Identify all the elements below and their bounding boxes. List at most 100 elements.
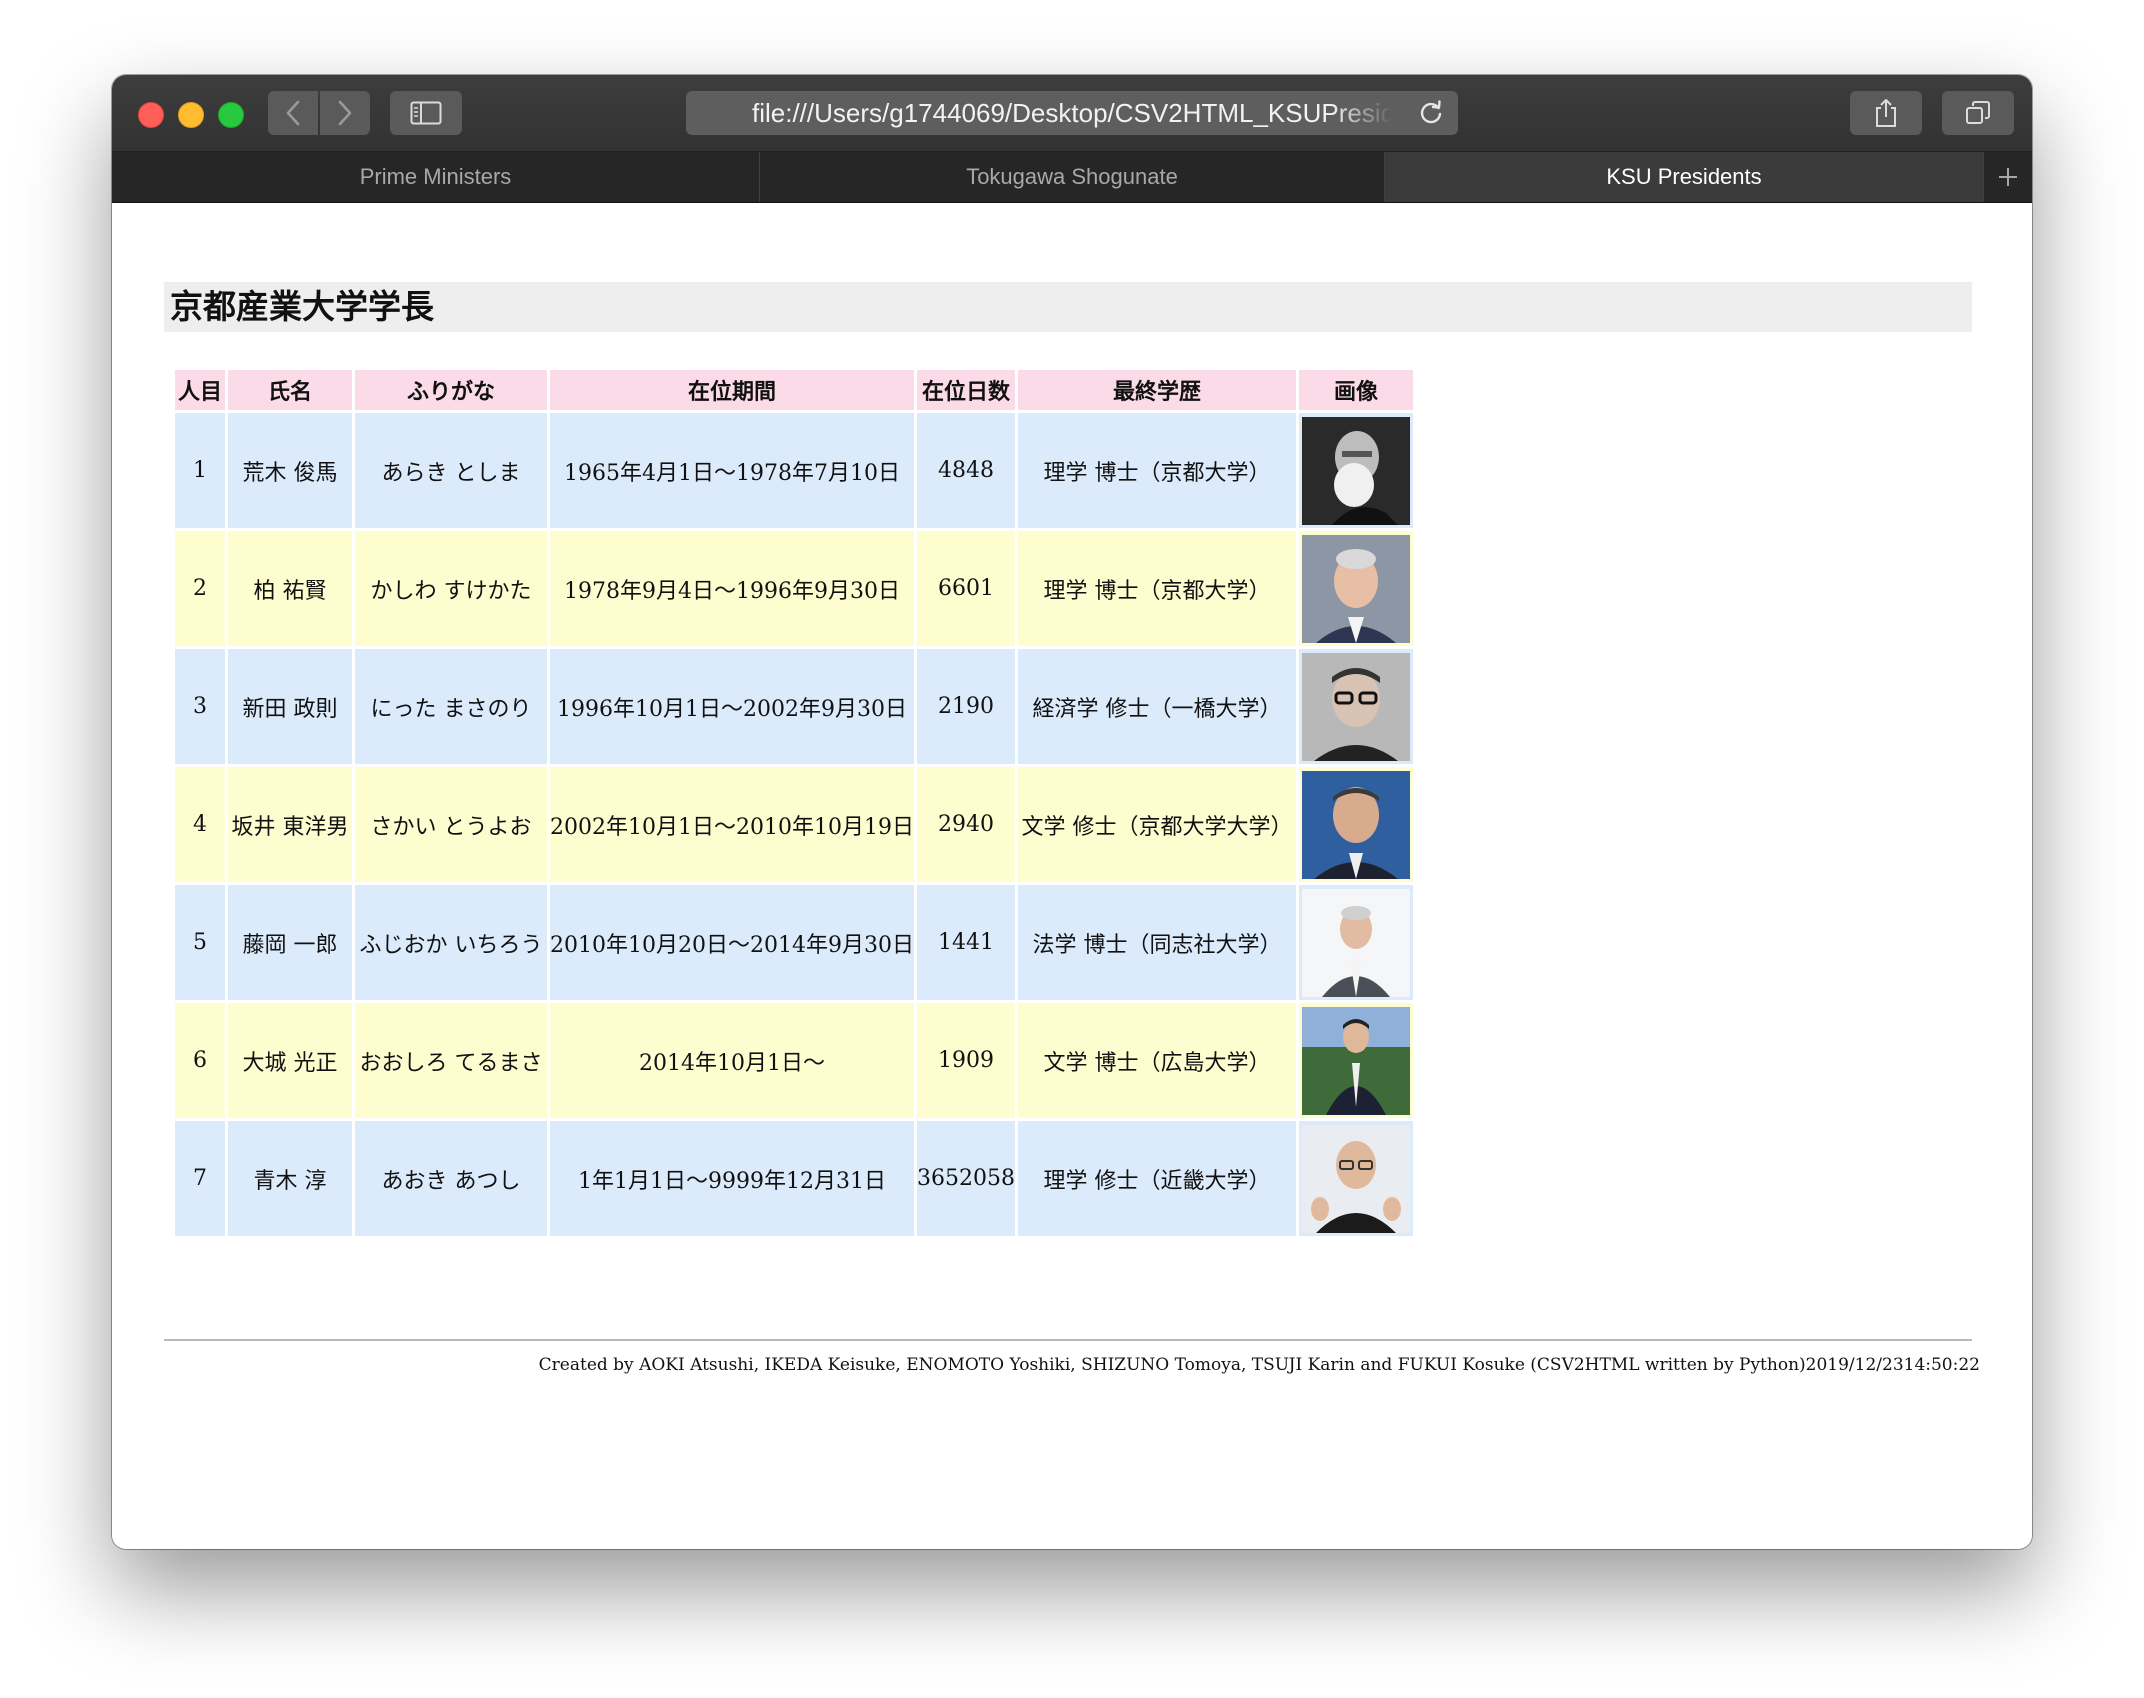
cell-number: 5 — [175, 885, 225, 1000]
sidebar-icon — [410, 101, 442, 125]
portrait-image — [1301, 416, 1410, 525]
back-button[interactable] — [268, 91, 318, 135]
cell-term: 2002年10月1日〜2010年10月19日 — [550, 767, 914, 882]
cell-days: 1441 — [916, 885, 1015, 1000]
cell-kana: あおき あつし — [355, 1121, 547, 1236]
toolbar: file:///Users/g1744069/Desktop/CSV2HTML_… — [112, 75, 2032, 152]
column-header-number: 人目 — [175, 370, 225, 410]
cell-number: 7 — [175, 1121, 225, 1236]
cell-number: 3 — [175, 649, 225, 764]
share-button[interactable] — [1850, 91, 1922, 135]
table-row: 4 坂井 東洋男 さかい とうよお 2002年10月1日〜2010年10月19日… — [175, 767, 1413, 882]
table-row: 6 大城 光正 おおしろ てるまさ 2014年10月1日〜 1909 文学 博士… — [175, 1003, 1413, 1118]
cell-image — [1298, 413, 1413, 528]
sidebar-toggle-button[interactable] — [390, 91, 462, 135]
tabs-overview-icon — [1966, 101, 1990, 124]
column-header-name: 氏名 — [228, 370, 352, 410]
tab-bar: Prime Ministers Tokugawa Shogunate KSU P… — [112, 152, 2032, 203]
cell-number: 2 — [175, 531, 225, 646]
cell-image — [1298, 767, 1413, 882]
cell-name: 柏 祐賢 — [228, 531, 352, 646]
cell-kana: にった まさのり — [355, 649, 547, 764]
cell-days: 1909 — [916, 1003, 1015, 1118]
share-icon — [1876, 99, 1896, 127]
cell-number: 1 — [175, 413, 225, 528]
portrait-image — [1301, 1124, 1410, 1233]
cell-kana: かしわ すけかた — [355, 531, 547, 646]
column-header-image: 画像 — [1298, 370, 1413, 410]
portrait-image — [1301, 1006, 1410, 1115]
portrait-image — [1301, 534, 1410, 643]
url-text[interactable]: file:///Users/g1744069/Desktop/CSV2HTML_… — [752, 91, 1392, 135]
cell-name: 大城 光正 — [228, 1003, 352, 1118]
column-header-days: 在位日数 — [916, 370, 1015, 410]
cell-term: 2010年10月20日〜2014年9月30日 — [550, 885, 914, 1000]
cell-degree: 理学 博士（京都大学） — [1017, 531, 1296, 646]
cell-days: 3652058 — [916, 1121, 1015, 1236]
portrait-image — [1301, 652, 1410, 761]
close-window-button[interactable] — [138, 102, 164, 128]
new-tab-icon — [1999, 168, 2017, 186]
cell-term: 1年1月1日〜9999年12月31日 — [550, 1121, 914, 1236]
column-header-degree: 最終学歴 — [1017, 370, 1296, 410]
table-row: 2 柏 祐賢 かしわ すけかた 1978年9月4日〜1996年9月30日 660… — [175, 531, 1413, 646]
back-icon — [286, 100, 300, 126]
tab-prime-ministers[interactable]: Prime Ministers — [112, 152, 760, 202]
browser-window: file:///Users/g1744069/Desktop/CSV2HTML_… — [112, 75, 2032, 1549]
forward-button[interactable] — [320, 91, 370, 135]
cell-name: 新田 政則 — [228, 649, 352, 764]
cell-degree: 文学 修士（京都大学大学） — [1017, 767, 1296, 882]
tab-overview-button[interactable] — [1942, 91, 2014, 135]
cell-term: 1978年9月4日〜1996年9月30日 — [550, 531, 914, 646]
cell-kana: あらき としま — [355, 413, 547, 528]
tab-tokugawa-shogunate[interactable]: Tokugawa Shogunate — [760, 152, 1385, 202]
cell-kana: おおしろ てるまさ — [355, 1003, 547, 1118]
cell-kana: ふじおか いちろう — [355, 885, 547, 1000]
cell-image — [1298, 1121, 1413, 1236]
cell-name: 藤岡 一郎 — [228, 885, 352, 1000]
cell-image — [1298, 1003, 1413, 1118]
table-row: 5 藤岡 一郎 ふじおか いちろう 2010年10月20日〜2014年9月30日… — [175, 885, 1413, 1000]
page-content: 京都産業大学学長 人目 氏名 ふりがな 在位期間 在位日数 最終学歴 画像 1 … — [112, 203, 2032, 1549]
column-header-term: 在位期間 — [550, 370, 914, 410]
footer-divider — [164, 1339, 1972, 1341]
cell-days: 2190 — [916, 649, 1015, 764]
table-header-row: 人目 氏名 ふりがな 在位期間 在位日数 最終学歴 画像 — [175, 370, 1413, 410]
cell-term: 1996年10月1日〜2002年9月30日 — [550, 649, 914, 764]
cell-degree: 経済学 修士（一橋大学） — [1017, 649, 1296, 764]
portrait-image — [1301, 888, 1410, 997]
cell-kana: さかい とうよお — [355, 767, 547, 882]
minimize-window-button[interactable] — [178, 102, 204, 128]
column-header-kana: ふりがな — [355, 370, 547, 410]
cell-name: 荒木 俊馬 — [228, 413, 352, 528]
portrait-image — [1301, 770, 1410, 879]
cell-days: 6601 — [916, 531, 1015, 646]
new-tab-button[interactable] — [1984, 152, 2032, 202]
reload-icon[interactable] — [1418, 100, 1444, 126]
cell-image — [1298, 649, 1413, 764]
cell-number: 6 — [175, 1003, 225, 1118]
address-bar[interactable]: file:///Users/g1744069/Desktop/CSV2HTML_… — [686, 91, 1458, 135]
footer-credit: Created by AOKI Atsushi, IKEDA Keisuke, … — [538, 1355, 1980, 1375]
cell-term: 2014年10月1日〜 — [550, 1003, 914, 1118]
page-title: 京都産業大学学長 — [164, 282, 1972, 332]
table-row: 1 荒木 俊馬 あらき としま 1965年4月1日〜1978年7月10日 484… — [175, 413, 1413, 528]
cell-degree: 理学 修士（近畿大学） — [1017, 1121, 1296, 1236]
forward-icon — [338, 100, 352, 126]
cell-name: 青木 淳 — [228, 1121, 352, 1236]
cell-term: 1965年4月1日〜1978年7月10日 — [550, 413, 914, 528]
cell-name: 坂井 東洋男 — [228, 767, 352, 882]
zoom-window-button[interactable] — [218, 102, 244, 128]
cell-days: 4848 — [916, 413, 1015, 528]
cell-image — [1298, 531, 1413, 646]
presidents-table: 人目 氏名 ふりがな 在位期間 在位日数 最終学歴 画像 1 荒木 俊馬 あらき… — [172, 367, 1416, 1239]
cell-image — [1298, 885, 1413, 1000]
cell-degree: 理学 博士（京都大学） — [1017, 413, 1296, 528]
cell-degree: 文学 博士（広島大学） — [1017, 1003, 1296, 1118]
cell-number: 4 — [175, 767, 225, 882]
cell-degree: 法学 博士（同志社大学） — [1017, 885, 1296, 1000]
table-row: 3 新田 政則 にった まさのり 1996年10月1日〜2002年9月30日 2… — [175, 649, 1413, 764]
table-row: 7 青木 淳 あおき あつし 1年1月1日〜9999年12月31日 365205… — [175, 1121, 1413, 1236]
cell-days: 2940 — [916, 767, 1015, 882]
tab-ksu-presidents[interactable]: KSU Presidents — [1385, 152, 1984, 202]
